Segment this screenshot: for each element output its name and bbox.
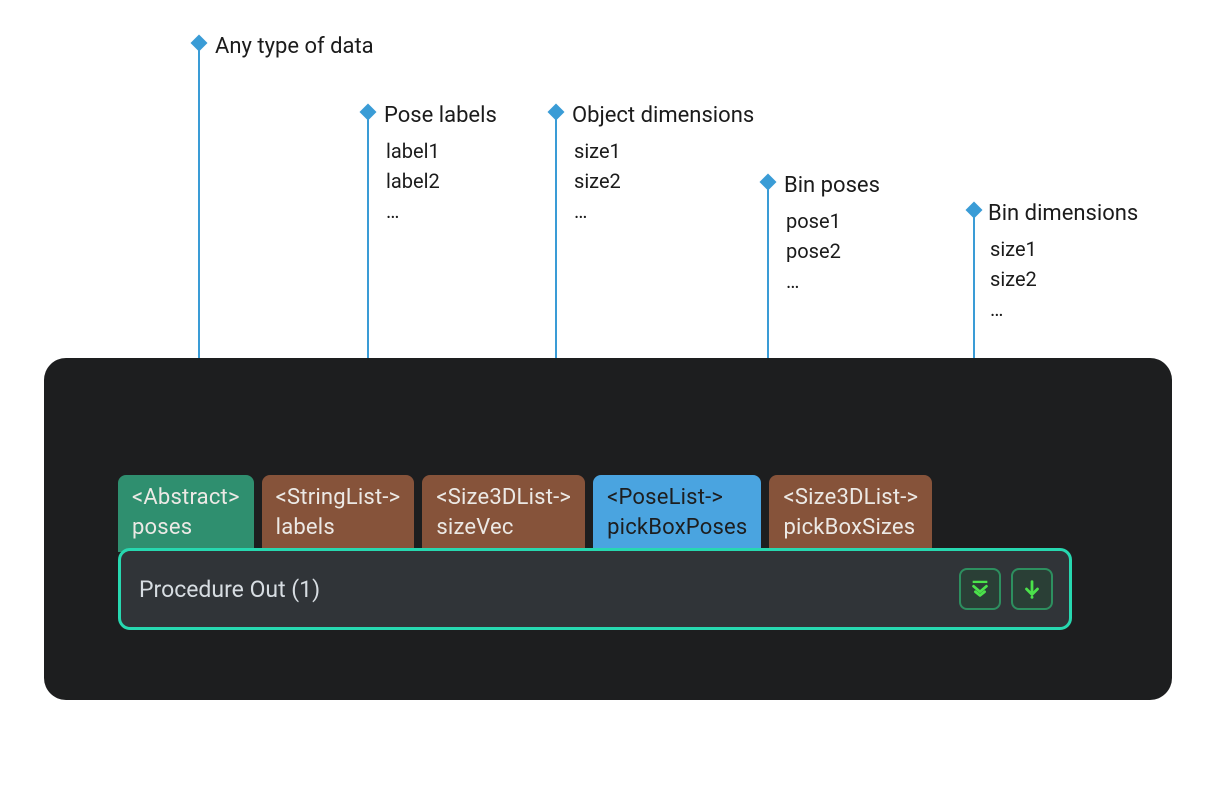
port-poses[interactable]: <Abstract> poses <box>118 475 254 552</box>
port-name: pickBoxPoses <box>607 513 747 543</box>
port-type: <Abstract> <box>132 483 240 513</box>
annotation-item: pose2 <box>786 236 880 266</box>
port-name: sizeVec <box>436 513 571 543</box>
annotation-item: … <box>990 294 1138 324</box>
annotation-item: … <box>574 196 754 226</box>
procedure-out-node[interactable]: Procedure Out (1) <box>118 548 1072 630</box>
port-type: <StringList-> <box>276 483 401 513</box>
port-name: poses <box>132 513 240 543</box>
port-labels[interactable]: <StringList-> labels <box>262 475 415 552</box>
port-type: <Size3DList-> <box>783 483 918 513</box>
port-type: <PoseList-> <box>607 483 747 513</box>
annotation-bin-dims: Bin dimensions size1 size2 … <box>988 197 1138 324</box>
port-pickboxsizes[interactable]: <Size3DList-> pickBoxSizes <box>769 475 932 552</box>
annotation-item: size1 <box>574 136 754 166</box>
arrow-down-icon <box>1021 578 1043 600</box>
annotation-item: pose1 <box>786 206 880 236</box>
port-name: pickBoxSizes <box>783 513 918 543</box>
node-action-buttons <box>959 568 1053 610</box>
annotation-item: label2 <box>386 166 497 196</box>
annotation-object-dims: Object dimensions size1 size2 … <box>572 99 754 226</box>
node-title: Procedure Out (1) <box>139 576 959 603</box>
annotation-bin-poses: Bin poses pose1 pose2 … <box>784 169 880 296</box>
annotation-item: … <box>386 196 497 226</box>
expand-down-button[interactable] <box>959 568 1001 610</box>
port-name: labels <box>276 513 401 543</box>
annotation-any-data: Any type of data <box>215 30 374 67</box>
double-chevron-down-icon <box>969 578 991 600</box>
port-type: <Size3DList-> <box>436 483 571 513</box>
annotation-item: size1 <box>990 234 1138 264</box>
annotation-item: size2 <box>574 166 754 196</box>
port-pickboxposes[interactable]: <PoseList-> pickBoxPoses <box>593 475 761 552</box>
annotation-item: … <box>786 266 880 296</box>
annotation-title: Bin dimensions <box>988 197 1138 230</box>
annotation-title: Object dimensions <box>572 99 754 132</box>
annotation-item: size2 <box>990 264 1138 294</box>
download-button[interactable] <box>1011 568 1053 610</box>
ports-row: <Abstract> poses <StringList-> labels <S… <box>118 475 932 552</box>
annotation-title: Bin poses <box>784 169 880 202</box>
annotation-pose-labels: Pose labels label1 label2 … <box>384 99 497 226</box>
annotation-title: Pose labels <box>384 99 497 132</box>
annotation-item: label1 <box>386 136 497 166</box>
annotation-title: Any type of data <box>215 30 374 63</box>
port-sizevec[interactable]: <Size3DList-> sizeVec <box>422 475 585 552</box>
